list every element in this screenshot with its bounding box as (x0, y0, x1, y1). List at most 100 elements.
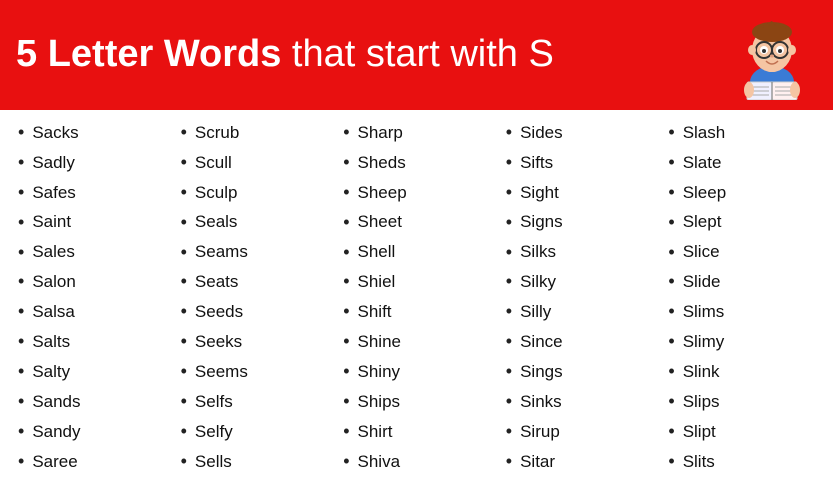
word-column-3: •Sharp•Sheds•Sheep•Sheet•Shell•Shiel•Shi… (335, 118, 498, 477)
bullet-icon: • (668, 239, 674, 267)
bullet-icon: • (668, 298, 674, 326)
list-item: •Sings (506, 357, 653, 387)
word-label: Sinks (520, 389, 562, 415)
bullet-icon: • (506, 448, 512, 476)
bullet-icon: • (18, 388, 24, 416)
word-label: Shell (358, 239, 396, 265)
word-label: Sharp (358, 120, 403, 146)
list-item: •Slipt (668, 417, 815, 447)
word-label: Sandy (32, 419, 80, 445)
word-label: Slide (683, 269, 721, 295)
word-label: Slept (683, 209, 722, 235)
bullet-icon: • (343, 119, 349, 147)
list-item: • Slash (668, 118, 815, 148)
bullet-icon: • (668, 179, 674, 207)
mascot-image (727, 10, 817, 100)
word-label: Slits (683, 449, 715, 475)
list-item: •Salts (18, 327, 165, 357)
list-item: •Ships (343, 387, 490, 417)
bullet-icon: • (668, 448, 674, 476)
list-item: •Sheep (343, 178, 490, 208)
bullet-icon: • (343, 209, 349, 237)
list-item: •Slips (668, 387, 815, 417)
bullet-icon: • (506, 388, 512, 416)
header-title-bold: 5 Letter Words (16, 33, 281, 75)
header-banner: 5 Letter Words that start with S (0, 0, 833, 110)
list-item: •Sadly (18, 148, 165, 178)
bullet-icon: • (506, 149, 512, 177)
word-label: Sadly (32, 150, 75, 176)
list-item: •Sifts (506, 148, 653, 178)
word-label: Safes (32, 180, 75, 206)
word-label: Seeks (195, 329, 242, 355)
word-label: Saint (32, 209, 71, 235)
word-label: Signs (520, 209, 563, 235)
word-label: Silks (520, 239, 556, 265)
bullet-icon: • (343, 149, 349, 177)
word-label: Sirup (520, 419, 560, 445)
list-item: •Seams (181, 238, 328, 268)
word-label: Silly (520, 299, 551, 325)
bullet-icon: • (181, 209, 187, 237)
bullet-icon: • (506, 418, 512, 446)
list-item: •Slept (668, 208, 815, 238)
bullet-icon: • (343, 418, 349, 446)
word-label: Slash (683, 120, 726, 146)
word-label: Since (520, 329, 563, 355)
word-label: Salsa (32, 299, 75, 325)
bullet-icon: • (506, 358, 512, 386)
list-item: •Saree (18, 447, 165, 477)
list-item: •Sitar (506, 447, 653, 477)
list-item: •Sales (18, 238, 165, 268)
bullet-icon: • (18, 448, 24, 476)
list-item: • Selfs (181, 387, 328, 417)
word-column-1: •Sacks•Sadly•Safes•Saint•Sales•Salon•Sal… (10, 118, 173, 477)
bullet-icon: • (181, 448, 187, 476)
list-item: • Seeks (181, 327, 328, 357)
list-item: •Sells (181, 447, 328, 477)
bullet-icon: • (343, 448, 349, 476)
bullet-icon: • (18, 179, 24, 207)
list-item: •Seeds (181, 297, 328, 327)
list-item: •Sheds (343, 148, 490, 178)
word-label: Slate (683, 150, 722, 176)
list-item: • Sleep (668, 178, 815, 208)
bullet-icon: • (506, 298, 512, 326)
word-label: Sleep (683, 180, 726, 206)
word-label: Shiel (358, 269, 396, 295)
word-list-content: •Sacks•Sadly•Safes•Saint•Sales•Salon•Sal… (0, 110, 833, 485)
bullet-icon: • (506, 328, 512, 356)
list-item: • Slits (668, 447, 815, 477)
list-item: • Salsa (18, 297, 165, 327)
list-item: •Salon (18, 267, 165, 297)
word-label: Scrub (195, 120, 239, 146)
word-label: Selfs (195, 389, 233, 415)
word-label: Selfy (195, 419, 233, 445)
bullet-icon: • (668, 119, 674, 147)
list-item: •Seats (181, 267, 328, 297)
bullet-icon: • (668, 418, 674, 446)
list-item: •Sight (506, 178, 653, 208)
bullet-icon: • (668, 328, 674, 356)
bullet-icon: • (181, 388, 187, 416)
bullet-icon: • (18, 298, 24, 326)
list-item: • Sinks (506, 387, 653, 417)
word-label: Sheep (358, 180, 407, 206)
header-title: 5 Letter Words that start with S (16, 34, 554, 76)
bullet-icon: • (181, 298, 187, 326)
page-container: 5 Letter Words that start with S (0, 0, 833, 485)
bullet-icon: • (506, 179, 512, 207)
word-label: Slimy (683, 329, 725, 355)
bullet-icon: • (506, 119, 512, 147)
word-label: Slips (683, 389, 720, 415)
bullet-icon: • (343, 388, 349, 416)
bullet-icon: • (181, 418, 187, 446)
bullet-icon: • (668, 268, 674, 296)
list-item: •Silks (506, 238, 653, 268)
list-item: •Shift (343, 297, 490, 327)
list-item: •Shiel (343, 267, 490, 297)
word-label: Salts (32, 329, 70, 355)
list-item: • Silly (506, 297, 653, 327)
word-label: Slink (683, 359, 720, 385)
bullet-icon: • (181, 328, 187, 356)
